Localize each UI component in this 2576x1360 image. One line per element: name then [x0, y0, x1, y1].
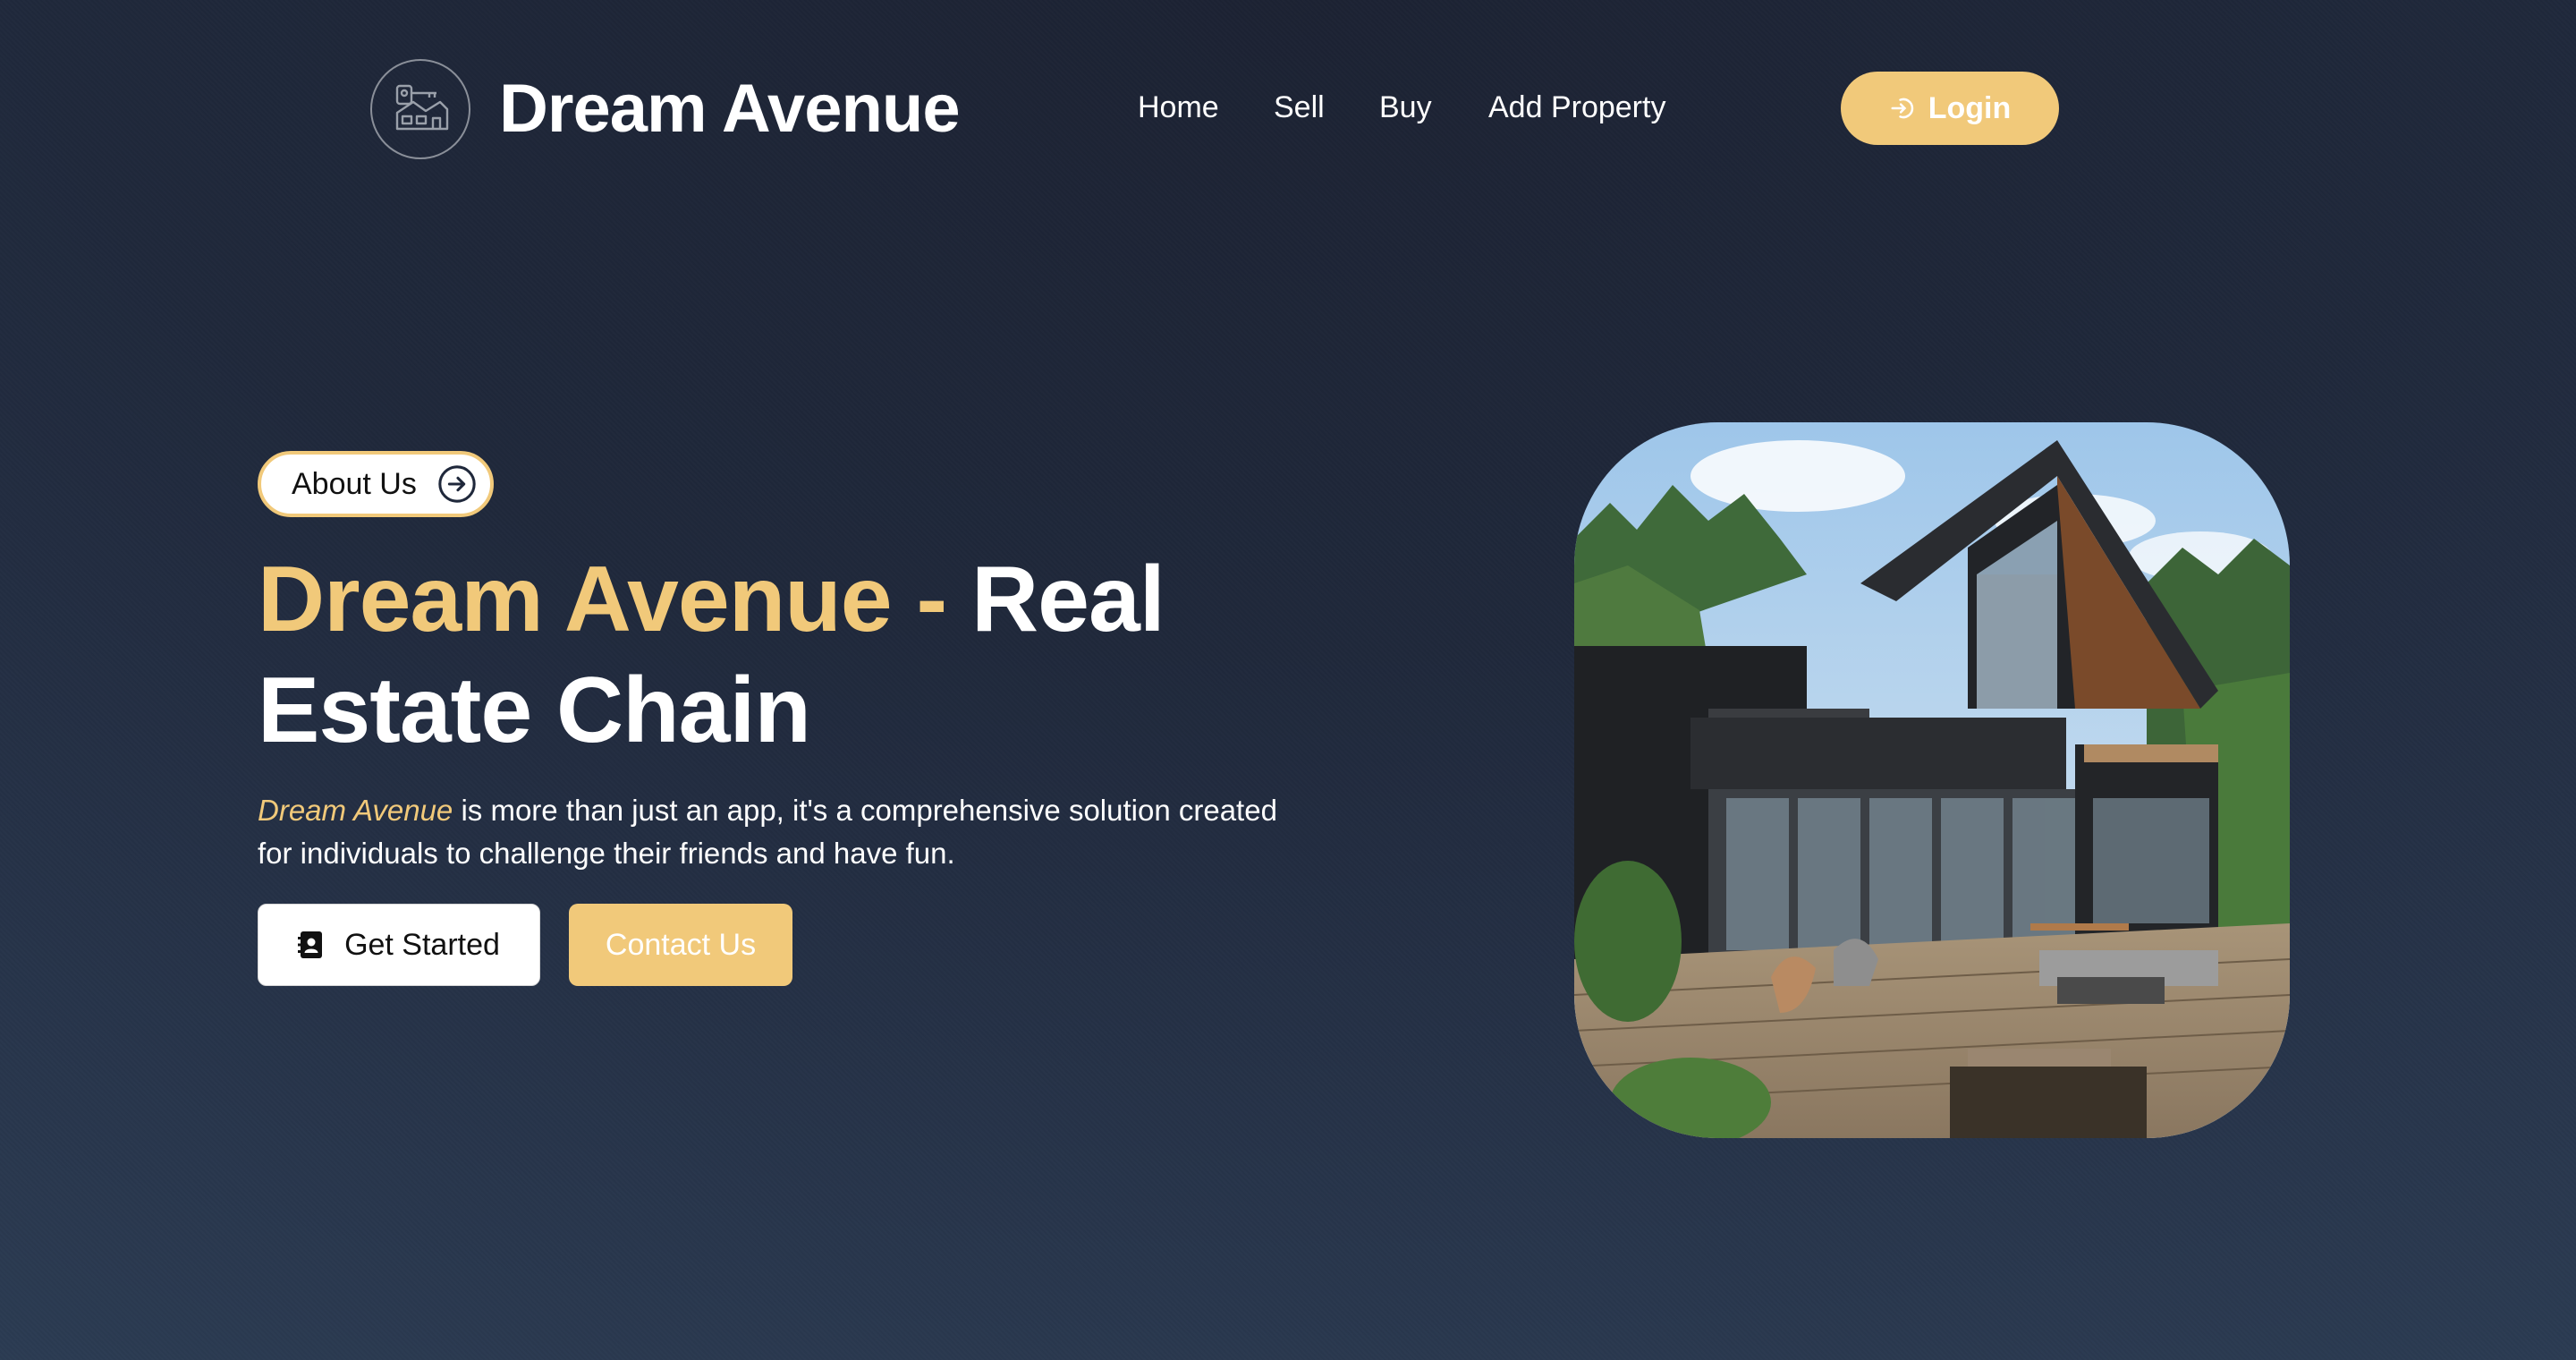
login-button[interactable]: Login: [1841, 72, 2059, 145]
login-label: Login: [1928, 90, 2012, 125]
contact-book-icon: [298, 931, 323, 958]
nav-buy[interactable]: Buy: [1379, 86, 1432, 129]
about-us-button[interactable]: About Us: [258, 451, 494, 517]
hero-description-accent: Dream Avenue: [258, 794, 453, 827]
logo[interactable]: [370, 59, 470, 159]
site-header: Dream Avenue Home Sell Buy Add Property …: [0, 0, 2576, 215]
brand-name[interactable]: Dream Avenue: [499, 68, 961, 150]
hero-description: Dream Avenue is more than just an app, i…: [258, 789, 1286, 875]
house-image: [1574, 422, 2290, 1138]
get-started-label: Get Started: [344, 927, 500, 962]
nav-add-property[interactable]: Add Property: [1488, 86, 1665, 129]
nav-home[interactable]: Home: [1138, 86, 1219, 129]
get-started-button[interactable]: Get Started: [258, 904, 540, 986]
login-icon: [1891, 98, 1913, 119]
about-us-label: About Us: [292, 466, 417, 501]
contact-us-label: Contact Us: [605, 927, 757, 962]
contact-us-button[interactable]: Contact Us: [569, 904, 792, 986]
hero-title: Dream Avenue - Real Estate Chain: [258, 544, 1241, 766]
nav-sell[interactable]: Sell: [1274, 86, 1325, 129]
arrow-right-circle-icon: [438, 465, 476, 503]
hero-title-accent: Dream Avenue -: [258, 548, 947, 651]
house-illustration: [1574, 422, 2290, 1138]
house-key-icon: [395, 84, 449, 131]
